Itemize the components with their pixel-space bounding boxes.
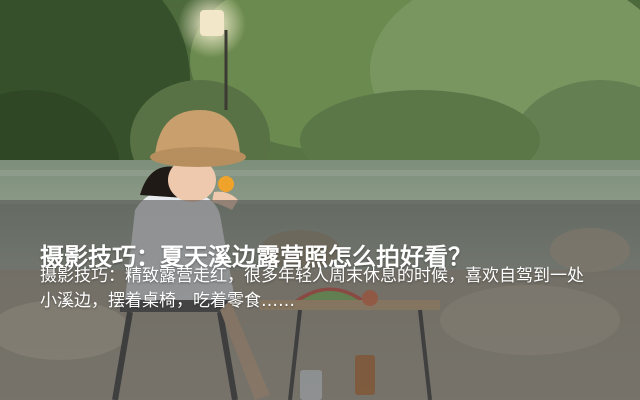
- article-excerpt: 摄影技巧：精致露营走红，很多年轻人周末休息的时候，喜欢自驾到一处小溪边，摆着桌椅…: [40, 266, 584, 311]
- article-card[interactable]: 摄影技巧：夏天溪边露营照怎么拍好看？ 摄影技巧：精致露营走红，很多年轻人周末休息…: [0, 0, 640, 400]
